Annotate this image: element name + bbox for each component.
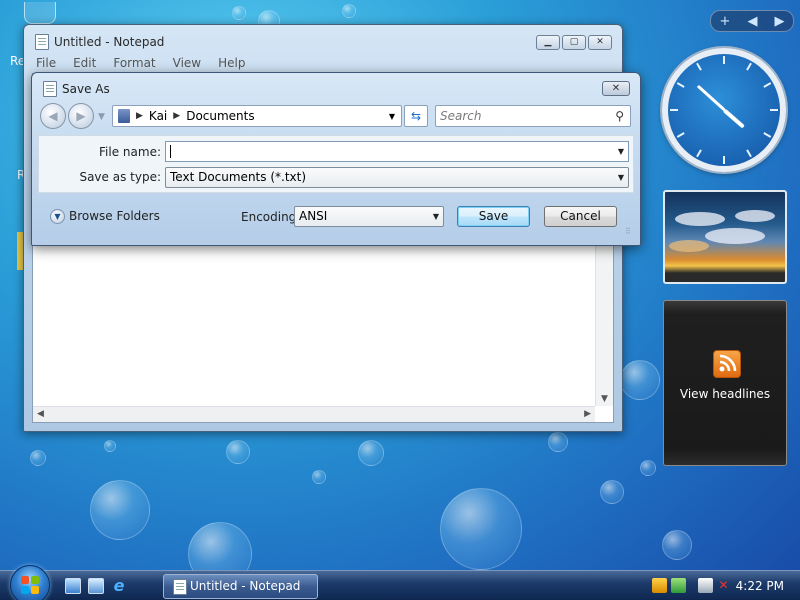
breadcrumb-kai[interactable]: Kai — [149, 109, 167, 123]
dialog-icon — [43, 81, 57, 97]
view-headlines-link[interactable]: View headlines — [664, 387, 786, 401]
power-icon[interactable] — [698, 578, 713, 593]
address-dropdown-icon[interactable]: ▼ — [389, 112, 395, 121]
scroll-left-icon[interactable]: ◀ — [37, 409, 44, 419]
taskbar-notepad-button[interactable]: Untitled - Notepad — [163, 574, 318, 599]
notepad-title: Untitled - Notepad — [54, 35, 165, 49]
expand-icon: ▼ — [50, 209, 65, 224]
start-button[interactable] — [10, 565, 50, 600]
scroll-right-icon[interactable]: ▶ — [584, 409, 591, 419]
add-gadget-button[interactable]: + — [720, 14, 731, 29]
back-button[interactable]: ◀ — [40, 103, 66, 129]
minimize-button[interactable]: ▁ — [536, 35, 560, 50]
next-gadget-icon[interactable]: ▶ — [774, 14, 784, 29]
cancel-button[interactable]: Cancel — [544, 206, 617, 227]
security-shield-icon[interactable] — [652, 578, 667, 593]
file-form-panel: File name: ▼ Save as type: Text Document… — [38, 135, 634, 193]
maximize-button[interactable]: ▢ — [562, 35, 586, 50]
rss-feed-icon — [713, 350, 741, 378]
windows-logo-icon — [21, 576, 39, 594]
feed-headlines-gadget[interactable]: View headlines — [663, 300, 787, 466]
breadcrumb-chevron-icon[interactable]: ▶ — [136, 111, 143, 121]
recent-pages-icon[interactable]: ▼ — [98, 112, 105, 122]
forward-button[interactable]: ▶ — [68, 103, 94, 129]
previous-gadget-icon[interactable]: ◀ — [747, 14, 757, 29]
file-name-field[interactable]: ▼ — [165, 141, 629, 162]
internet-explorer-icon[interactable]: e — [111, 578, 127, 594]
breadcrumb-documents[interactable]: Documents — [186, 109, 254, 123]
taskbar: e Untitled - Notepad ✕ 4:22 PM — [0, 565, 800, 600]
scroll-down-icon[interactable]: ▼ — [601, 394, 608, 404]
clock-hour-hand — [722, 108, 745, 129]
show-desktop-icon[interactable] — [65, 578, 81, 594]
encoding-label: Encoding: — [241, 210, 301, 224]
slideshow-gadget[interactable] — [663, 190, 787, 284]
horizontal-scrollbar[interactable]: ◀ ▶ — [33, 406, 595, 422]
refresh-button[interactable]: ⇆ — [404, 105, 428, 127]
file-name-label: File name: — [99, 145, 161, 159]
encoding-select[interactable]: ANSI ▼ — [294, 206, 444, 227]
menu-help[interactable]: Help — [218, 53, 245, 73]
breadcrumb-chevron-icon[interactable]: ▶ — [173, 111, 180, 121]
computer-folder-icon — [118, 109, 130, 123]
menu-edit[interactable]: Edit — [73, 53, 96, 73]
dialog-title: Save As — [62, 82, 110, 96]
notepad-icon — [35, 34, 49, 50]
volume-muted-icon[interactable]: ✕ — [716, 578, 731, 593]
save-button[interactable]: Save — [457, 206, 530, 227]
resize-grip-icon[interactable]: ⠿ — [625, 227, 631, 236]
window-controls: ▁ ▢ ✕ — [534, 35, 612, 50]
network-status-icon[interactable] — [671, 578, 686, 593]
menu-file[interactable]: File — [36, 53, 56, 73]
recycle-bin-icon[interactable] — [24, 2, 56, 24]
search-icon[interactable]: ⚲ — [615, 106, 624, 126]
search-input[interactable]: Search ⚲ — [435, 105, 631, 127]
taskbar-clock[interactable]: 4:22 PM — [736, 579, 784, 593]
notepad-icon — [173, 579, 187, 595]
save-as-dialog: Save As ✕ ◀ ▶ ▼ ▶ Kai ▶ Documents ▼ ⇆ Se… — [31, 72, 641, 246]
address-bar[interactable]: ▶ Kai ▶ Documents ▼ — [112, 105, 402, 127]
file-name-dropdown-icon[interactable]: ▼ — [618, 142, 624, 161]
save-as-type-label: Save as type: — [79, 170, 161, 184]
browse-folders-toggle[interactable]: ▼ Browse Folders — [50, 209, 160, 224]
encoding-dropdown-icon[interactable]: ▼ — [433, 207, 439, 226]
menu-format[interactable]: Format — [113, 53, 155, 73]
menu-view[interactable]: View — [173, 53, 201, 73]
dialog-footer: ▼ Browse Folders Encoding: ANSI ▼ Save Ca… — [38, 199, 634, 239]
save-as-type-select[interactable]: Text Documents (*.txt) ▼ — [165, 167, 629, 188]
switch-windows-icon[interactable] — [88, 578, 104, 594]
close-button[interactable]: ✕ — [588, 35, 612, 50]
menu-bar: File Edit Format View Help — [30, 53, 616, 73]
save-as-type-dropdown-icon[interactable]: ▼ — [618, 168, 624, 187]
clock-gadget[interactable] — [662, 48, 786, 172]
clock-minute-hand — [696, 84, 726, 112]
sidebar-controls: + ◀ ▶ — [710, 10, 794, 32]
text-cursor — [170, 145, 171, 158]
dialog-close-button[interactable]: ✕ — [602, 81, 630, 96]
